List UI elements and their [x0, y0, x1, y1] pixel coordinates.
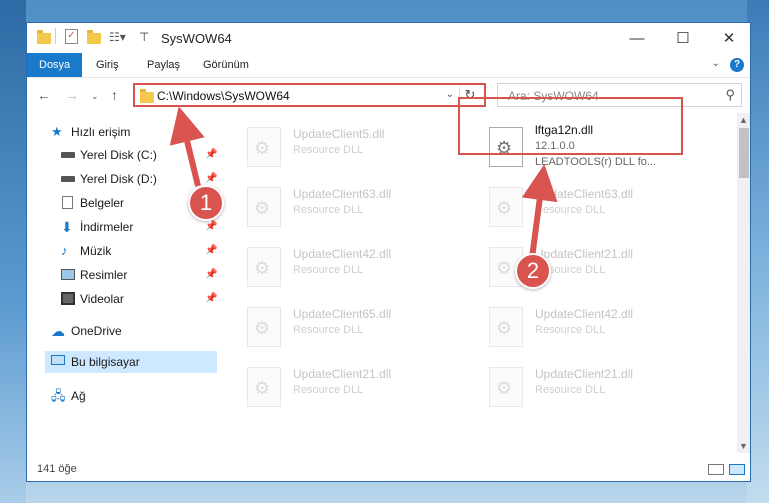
- callout-2: 2: [515, 253, 551, 289]
- annotation-arrows: [169, 106, 558, 263]
- arrow-1: [169, 106, 205, 187]
- callout-1: 1: [188, 185, 224, 221]
